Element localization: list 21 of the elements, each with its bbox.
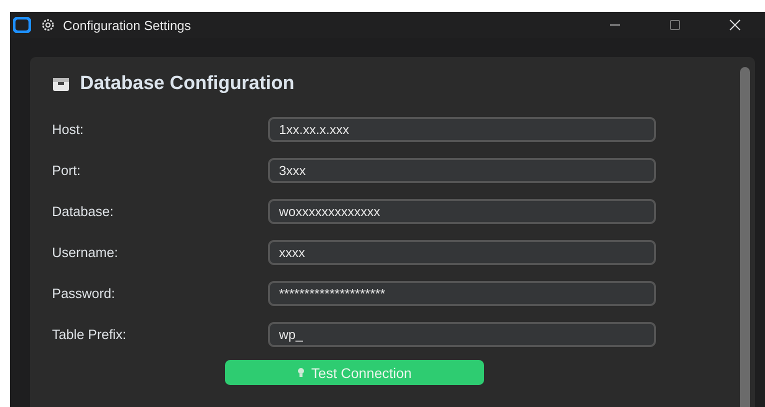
box-icon bbox=[52, 76, 70, 92]
input-field[interactable]: 3xxx bbox=[268, 158, 656, 183]
input-field[interactable]: wp_ bbox=[268, 322, 656, 347]
gear-icon bbox=[41, 18, 55, 32]
section-title: Database Configuration bbox=[80, 73, 294, 95]
scrollbar[interactable] bbox=[740, 67, 750, 407]
field-label: Host: bbox=[52, 122, 85, 137]
input-field[interactable]: ********************* bbox=[268, 281, 656, 306]
input-field[interactable]: 1xx.xx.x.xxx bbox=[268, 117, 656, 142]
field-label: Password: bbox=[52, 286, 116, 301]
field-label: Port: bbox=[52, 163, 82, 178]
field-label: Database: bbox=[52, 204, 115, 219]
maximize-icon[interactable] bbox=[669, 19, 681, 31]
input-field[interactable]: xxxx bbox=[268, 240, 656, 265]
field-label: Table Prefix: bbox=[52, 327, 128, 342]
field-label: Username: bbox=[52, 245, 120, 260]
app-icon bbox=[13, 17, 31, 33]
window-title: Configuration Settings bbox=[63, 18, 192, 32]
bulb-icon bbox=[297, 367, 306, 378]
close-icon[interactable] bbox=[729, 19, 741, 31]
input-field[interactable]: woxxxxxxxxxxxxx bbox=[268, 199, 656, 224]
